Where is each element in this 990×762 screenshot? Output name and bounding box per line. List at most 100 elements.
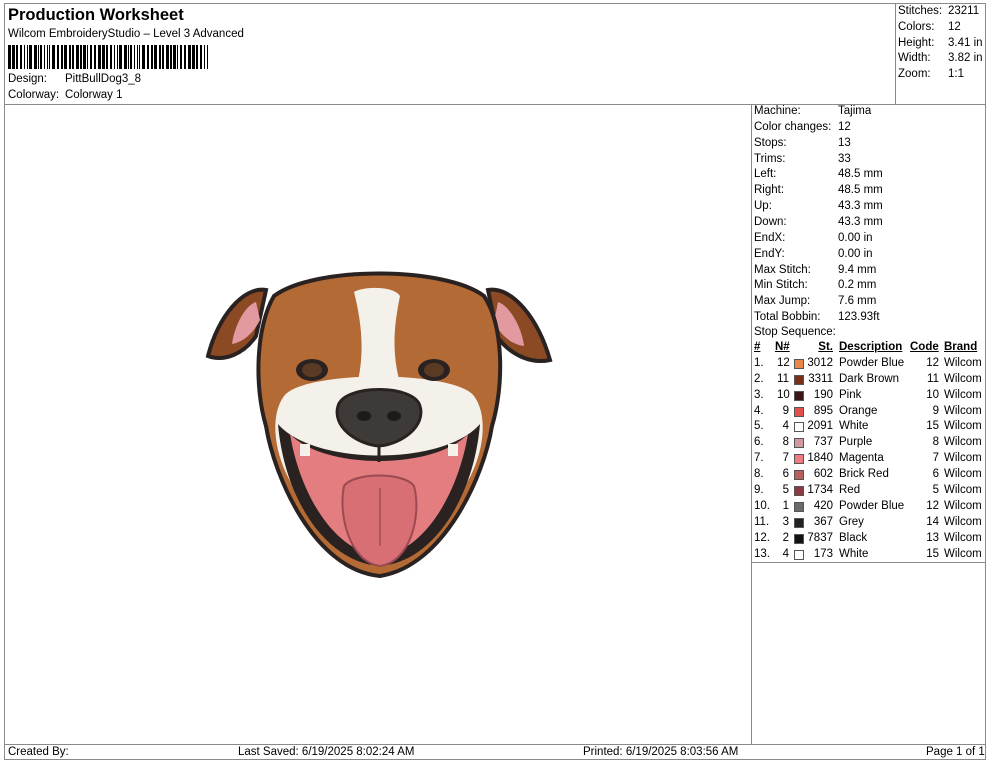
row-description: Pink (839, 388, 862, 401)
last-saved: Last Saved: 6/19/2025 8:02:24 AM (238, 746, 415, 758)
machine-info-label: Trims: (754, 152, 786, 165)
row-brand: Wilcom (944, 484, 982, 497)
machine-info-value: 7.6 mm (838, 295, 877, 308)
row-index: 13. (754, 547, 770, 560)
row-description: White (839, 547, 869, 560)
stat-label: Colors: (898, 20, 935, 33)
design-label: Design: (8, 73, 47, 85)
row-brand: Wilcom (944, 531, 982, 544)
stat-label: Stitches: (898, 5, 943, 17)
table-row: 1. 12 3012 Powder Blue 12 Wilcom (751, 357, 986, 373)
row-brand: Wilcom (944, 515, 982, 528)
row-index: 11. (754, 515, 770, 528)
header-needle: N# (775, 341, 790, 353)
design-name: PittBullDog3_8 (65, 73, 142, 85)
colorway-name: Colorway 1 (65, 89, 123, 101)
row-brand: Wilcom (944, 404, 982, 417)
table-row: 6. 8 737 Purple 8 Wilcom (751, 436, 986, 452)
row-stitches: 190 (813, 388, 833, 401)
barcode-icon (8, 45, 208, 69)
row-index: 4. (754, 404, 764, 417)
row-description: Purple (839, 436, 873, 449)
row-code: 9 (932, 404, 939, 417)
row-needle: 7 (782, 452, 789, 465)
machine-info-value: 33 (838, 152, 851, 165)
color-swatch (794, 517, 804, 528)
machine-info-label: Left: (754, 168, 777, 181)
machine-info-label: Max Jump: (754, 295, 811, 308)
row-code: 5 (932, 484, 939, 497)
machine-info-label: Machine: (754, 105, 801, 117)
row-index: 10. (754, 499, 770, 512)
row-code: 13 (926, 531, 939, 544)
row-code: 15 (926, 420, 939, 433)
design-row: Design: PittBullDog3_8 (8, 73, 141, 85)
color-swatch (794, 454, 804, 465)
row-index: 12. (754, 531, 770, 544)
software-name: Wilcom EmbroideryStudio – Level 3 Advanc… (8, 28, 244, 40)
color-swatch (794, 390, 804, 401)
row-description: Dark Brown (839, 372, 900, 385)
machine-info-label: Min Stitch: (754, 279, 808, 292)
row-needle: 4 (782, 547, 789, 560)
row-stitches: 2091 (807, 420, 833, 433)
row-index: 9. (754, 484, 764, 497)
machine-info-value: 13 (838, 136, 851, 149)
stop-sequence-table: # N# St. Description Code Brand 1. 12 3012… (751, 341, 986, 563)
colorway-row: Colorway: Colorway 1 (8, 89, 123, 101)
stat-label: Width: (898, 52, 931, 65)
machine-info-value: 9.4 mm (838, 263, 877, 276)
row-brand: Wilcom (944, 547, 982, 560)
row-needle: 6 (782, 468, 789, 481)
table-row: 10. 1 420 Powder Blue 12 Wilcom (751, 500, 986, 516)
row-description: Brick Red (839, 468, 889, 481)
row-code: 11 (927, 372, 939, 385)
row-stitches: 420 (813, 499, 833, 512)
color-swatch (794, 374, 804, 385)
row-stitches: 367 (813, 515, 833, 528)
worksheet-footer (4, 744, 986, 760)
row-description: Powder Blue (839, 499, 905, 512)
color-swatch (794, 486, 804, 497)
row-index: 3. (754, 388, 764, 401)
machine-info-value: Tajima (838, 105, 872, 117)
row-stitches: 895 (813, 404, 833, 417)
row-needle: 9 (782, 404, 789, 417)
header-stitches: St. (818, 341, 833, 353)
stat-label: Zoom: (898, 68, 931, 81)
row-code: 8 (932, 436, 939, 449)
row-needle: 10 (777, 388, 790, 401)
row-code: 12 (926, 499, 939, 512)
row-brand: Wilcom (944, 356, 982, 369)
row-index: 8. (754, 468, 764, 481)
table-row: 4. 9 895 Orange 9 Wilcom (751, 405, 986, 421)
machine-info-value: 48.5 mm (838, 184, 883, 197)
created-by: Created By: (8, 746, 69, 758)
machine-info-value: 0.00 in (838, 247, 873, 260)
pitbull-dog-embroidery-icon (205, 271, 553, 579)
row-stitches: 3311 (808, 372, 833, 385)
color-swatch (794, 549, 804, 560)
row-description: Grey (839, 515, 864, 528)
color-swatch (794, 470, 804, 481)
color-swatch (794, 422, 804, 433)
row-stitches: 7837 (807, 531, 833, 544)
table-row: 7. 7 1840 Magenta 7 Wilcom (751, 452, 986, 468)
machine-info-label: Up: (754, 200, 772, 213)
machine-info-label: Total Bobbin: (754, 311, 821, 324)
row-index: 2. (754, 372, 764, 385)
row-stitches: 1734 (807, 484, 833, 497)
row-code: 15 (926, 547, 939, 560)
stat-value: 3.82 in (948, 52, 983, 65)
machine-info-value: 43.3 mm (838, 215, 883, 228)
machine-info-label: Down: (754, 215, 787, 228)
table-row: 3. 10 190 Pink 10 Wilcom (751, 389, 986, 405)
row-code: 12 (926, 356, 939, 369)
row-description: Red (839, 484, 861, 497)
row-index: 5. (754, 420, 764, 433)
row-stitches: 3012 (807, 356, 833, 369)
machine-info-label: EndX: (754, 231, 786, 244)
row-brand: Wilcom (944, 468, 982, 481)
machine-info-value: 43.3 mm (838, 200, 883, 213)
row-index: 7. (754, 452, 764, 465)
